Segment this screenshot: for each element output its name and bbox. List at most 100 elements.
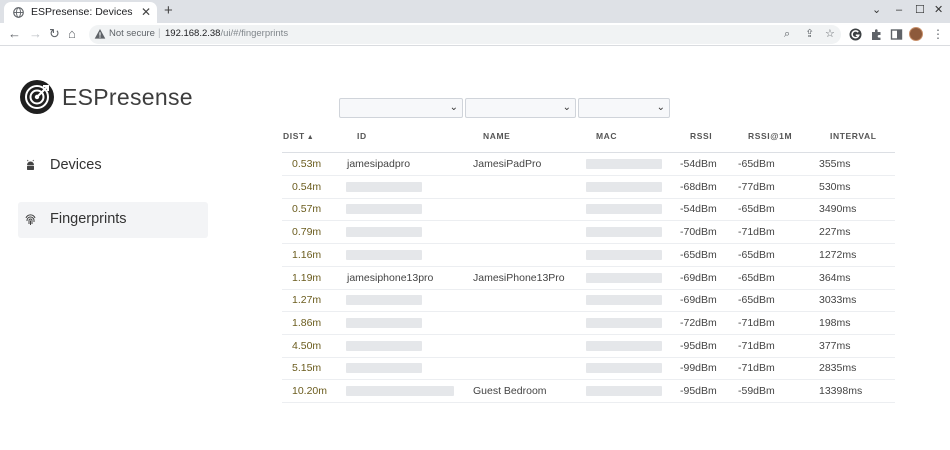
url-host: 192.168.2.38	[165, 28, 221, 39]
interval-cell: 377ms	[819, 339, 851, 352]
column-header-rssi[interactable]: RSSI	[690, 131, 712, 141]
mac-placeholder	[586, 386, 662, 396]
table-row[interactable]: 0.54m -68dBm -77dBm 530ms	[282, 176, 895, 199]
filter-select-1[interactable]: ⌄	[339, 98, 463, 118]
rssi-1m-cell: -71dBm	[738, 226, 775, 239]
table-row[interactable]: 1.19m jamesiphone13pro JamesiPhone13Pro -69…	[282, 267, 895, 290]
dist-cell: 0.57m	[292, 203, 322, 216]
warning-icon	[94, 29, 106, 39]
mac-placeholder	[586, 340, 662, 351]
id-placeholder	[346, 181, 422, 192]
side-panel-icon[interactable]	[890, 28, 903, 41]
dist-cell: 1.86m	[292, 316, 322, 329]
tab-title: ESPresense: Devices	[31, 6, 133, 18]
mac-placeholder	[586, 317, 662, 328]
browser-toolbar: ← → ↻ ⌂ Not secure | 192.168.2.38/ui/#/f…	[0, 23, 950, 46]
column-header-id[interactable]: ID	[357, 131, 367, 141]
name-cell: JamesiPhone13Pro	[473, 271, 565, 284]
column-header-interval[interactable]: INTERVAL	[830, 131, 877, 141]
dist-cell: 4.50m	[292, 339, 322, 352]
reload-button[interactable]: ↻	[49, 26, 60, 42]
rssi-1m-cell: -71dBm	[738, 339, 775, 352]
chevron-down-icon: ⌄	[562, 102, 571, 113]
sidebar-item-devices[interactable]: Devices	[18, 148, 208, 184]
table-row[interactable]: 4.50m -95dBm -71dBm 377ms	[282, 335, 895, 358]
zoom-icon[interactable]: ⌕	[784, 27, 790, 41]
maximize-button[interactable]: ☐	[915, 3, 925, 17]
name-cell: Guest Bedroom	[473, 385, 547, 397]
interval-cell: 198ms	[819, 316, 851, 329]
rssi-1m-cell: -65dBm	[738, 271, 775, 284]
table-row[interactable]: 0.57m -54dBm -65dBm 3490ms	[282, 198, 895, 222]
interval-cell: 3033ms	[819, 294, 857, 307]
close-window-button[interactable]: ✕	[934, 3, 943, 17]
table-row[interactable]: 1.16m -65dBm -65dBm 1272ms	[282, 244, 895, 267]
url-text[interactable]: 192.168.2.38/ui/#/fingerprints	[165, 28, 288, 39]
browser-menu-icon[interactable]: ⋮	[932, 26, 944, 42]
profile-avatar[interactable]	[909, 27, 923, 41]
interval-cell: 13398ms	[819, 385, 863, 397]
column-header-rssi-1m[interactable]: RSSI@1M	[748, 131, 792, 141]
rssi-1m-cell: -65dBm	[738, 294, 775, 307]
back-button[interactable]: ←	[8, 26, 21, 42]
interval-cell: 530ms	[819, 180, 851, 193]
globe-icon	[13, 7, 24, 18]
extensions-puzzle-icon[interactable]	[870, 28, 883, 41]
interval-cell: 364ms	[819, 271, 851, 284]
rssi-1m-cell: -59dBm	[738, 385, 775, 397]
column-header-name[interactable]: NAME	[483, 131, 510, 141]
minimize-button[interactable]: –	[896, 3, 902, 17]
chevron-down-icon: ⌄	[449, 102, 458, 113]
filter-select-3[interactable]: ⌄	[578, 98, 670, 118]
sidebar-item-fingerprints[interactable]: Fingerprints	[18, 202, 208, 238]
sort-ascending-icon: ▲	[306, 134, 315, 141]
table-row[interactable]: 1.86m -72dBm -71dBm 198ms	[282, 312, 895, 335]
tab-close-icon[interactable]: ✕	[141, 5, 151, 19]
id-placeholder	[346, 317, 422, 328]
column-header-dist[interactable]: DIST ▲	[283, 131, 314, 141]
id-placeholder	[346, 295, 422, 306]
id-placeholder	[346, 249, 422, 260]
extension-g-icon[interactable]	[849, 28, 862, 41]
share-icon[interactable]: ⇪	[805, 27, 814, 41]
table-row[interactable]: 10.20m Guest Bedroom -95dBm -59dBm 13398ms	[282, 380, 895, 403]
rssi-cell: -95dBm	[680, 385, 717, 397]
filter-select-2[interactable]: ⌄	[465, 98, 576, 118]
rssi-1m-cell: -71dBm	[738, 362, 775, 375]
bookmark-star-icon[interactable]: ☆	[825, 27, 835, 41]
rssi-1m-cell: -65dBm	[738, 203, 775, 216]
rssi-cell: -54dBm	[680, 203, 717, 216]
id-placeholder	[346, 363, 422, 374]
table-row[interactable]: 0.79m -70dBm -71dBm 227ms	[282, 221, 895, 245]
rssi-1m-cell: -65dBm	[738, 248, 775, 261]
dist-cell: 0.53m	[292, 158, 322, 170]
fingerprint-icon	[25, 214, 36, 225]
mac-placeholder	[586, 227, 662, 238]
address-bar[interactable]: Not secure | 192.168.2.38/ui/#/fingerpri…	[89, 25, 841, 44]
dist-cell: 0.79m	[292, 226, 322, 239]
rssi-cell: -69dBm	[680, 271, 717, 284]
rssi-cell: -70dBm	[680, 226, 717, 239]
table-row[interactable]: 5.15m -99dBm -71dBm 2835ms	[282, 357, 895, 381]
mac-placeholder	[586, 272, 662, 283]
name-cell: JamesiPadPro	[473, 158, 542, 170]
table-row[interactable]: 1.27m -69dBm -65dBm 3033ms	[282, 289, 895, 313]
table-row[interactable]: 0.53m jamesipadpro JamesiPadPro -54dBm -65dB…	[282, 153, 895, 176]
rssi-cell: -65dBm	[680, 248, 717, 261]
column-header-mac[interactable]: MAC	[596, 131, 617, 141]
id-placeholder	[346, 386, 454, 396]
mac-placeholder	[586, 249, 662, 260]
security-label[interactable]: Not secure	[109, 28, 155, 39]
mac-placeholder	[586, 363, 662, 374]
forward-button[interactable]: →	[29, 26, 42, 42]
new-tab-button[interactable]: +	[164, 2, 173, 20]
rssi-cell: -54dBm	[680, 158, 717, 170]
interval-cell: 227ms	[819, 226, 851, 239]
home-button[interactable]: ⌂	[68, 26, 76, 42]
rssi-1m-cell: -71dBm	[738, 316, 775, 329]
sidebar-item-label: Fingerprints	[50, 211, 127, 227]
dist-cell: 1.16m	[292, 248, 322, 261]
rssi-1m-cell: -77dBm	[738, 180, 775, 193]
browser-tab[interactable]: ESPresense: Devices ✕	[4, 2, 157, 23]
tab-search-icon[interactable]: ⌄	[872, 3, 881, 17]
